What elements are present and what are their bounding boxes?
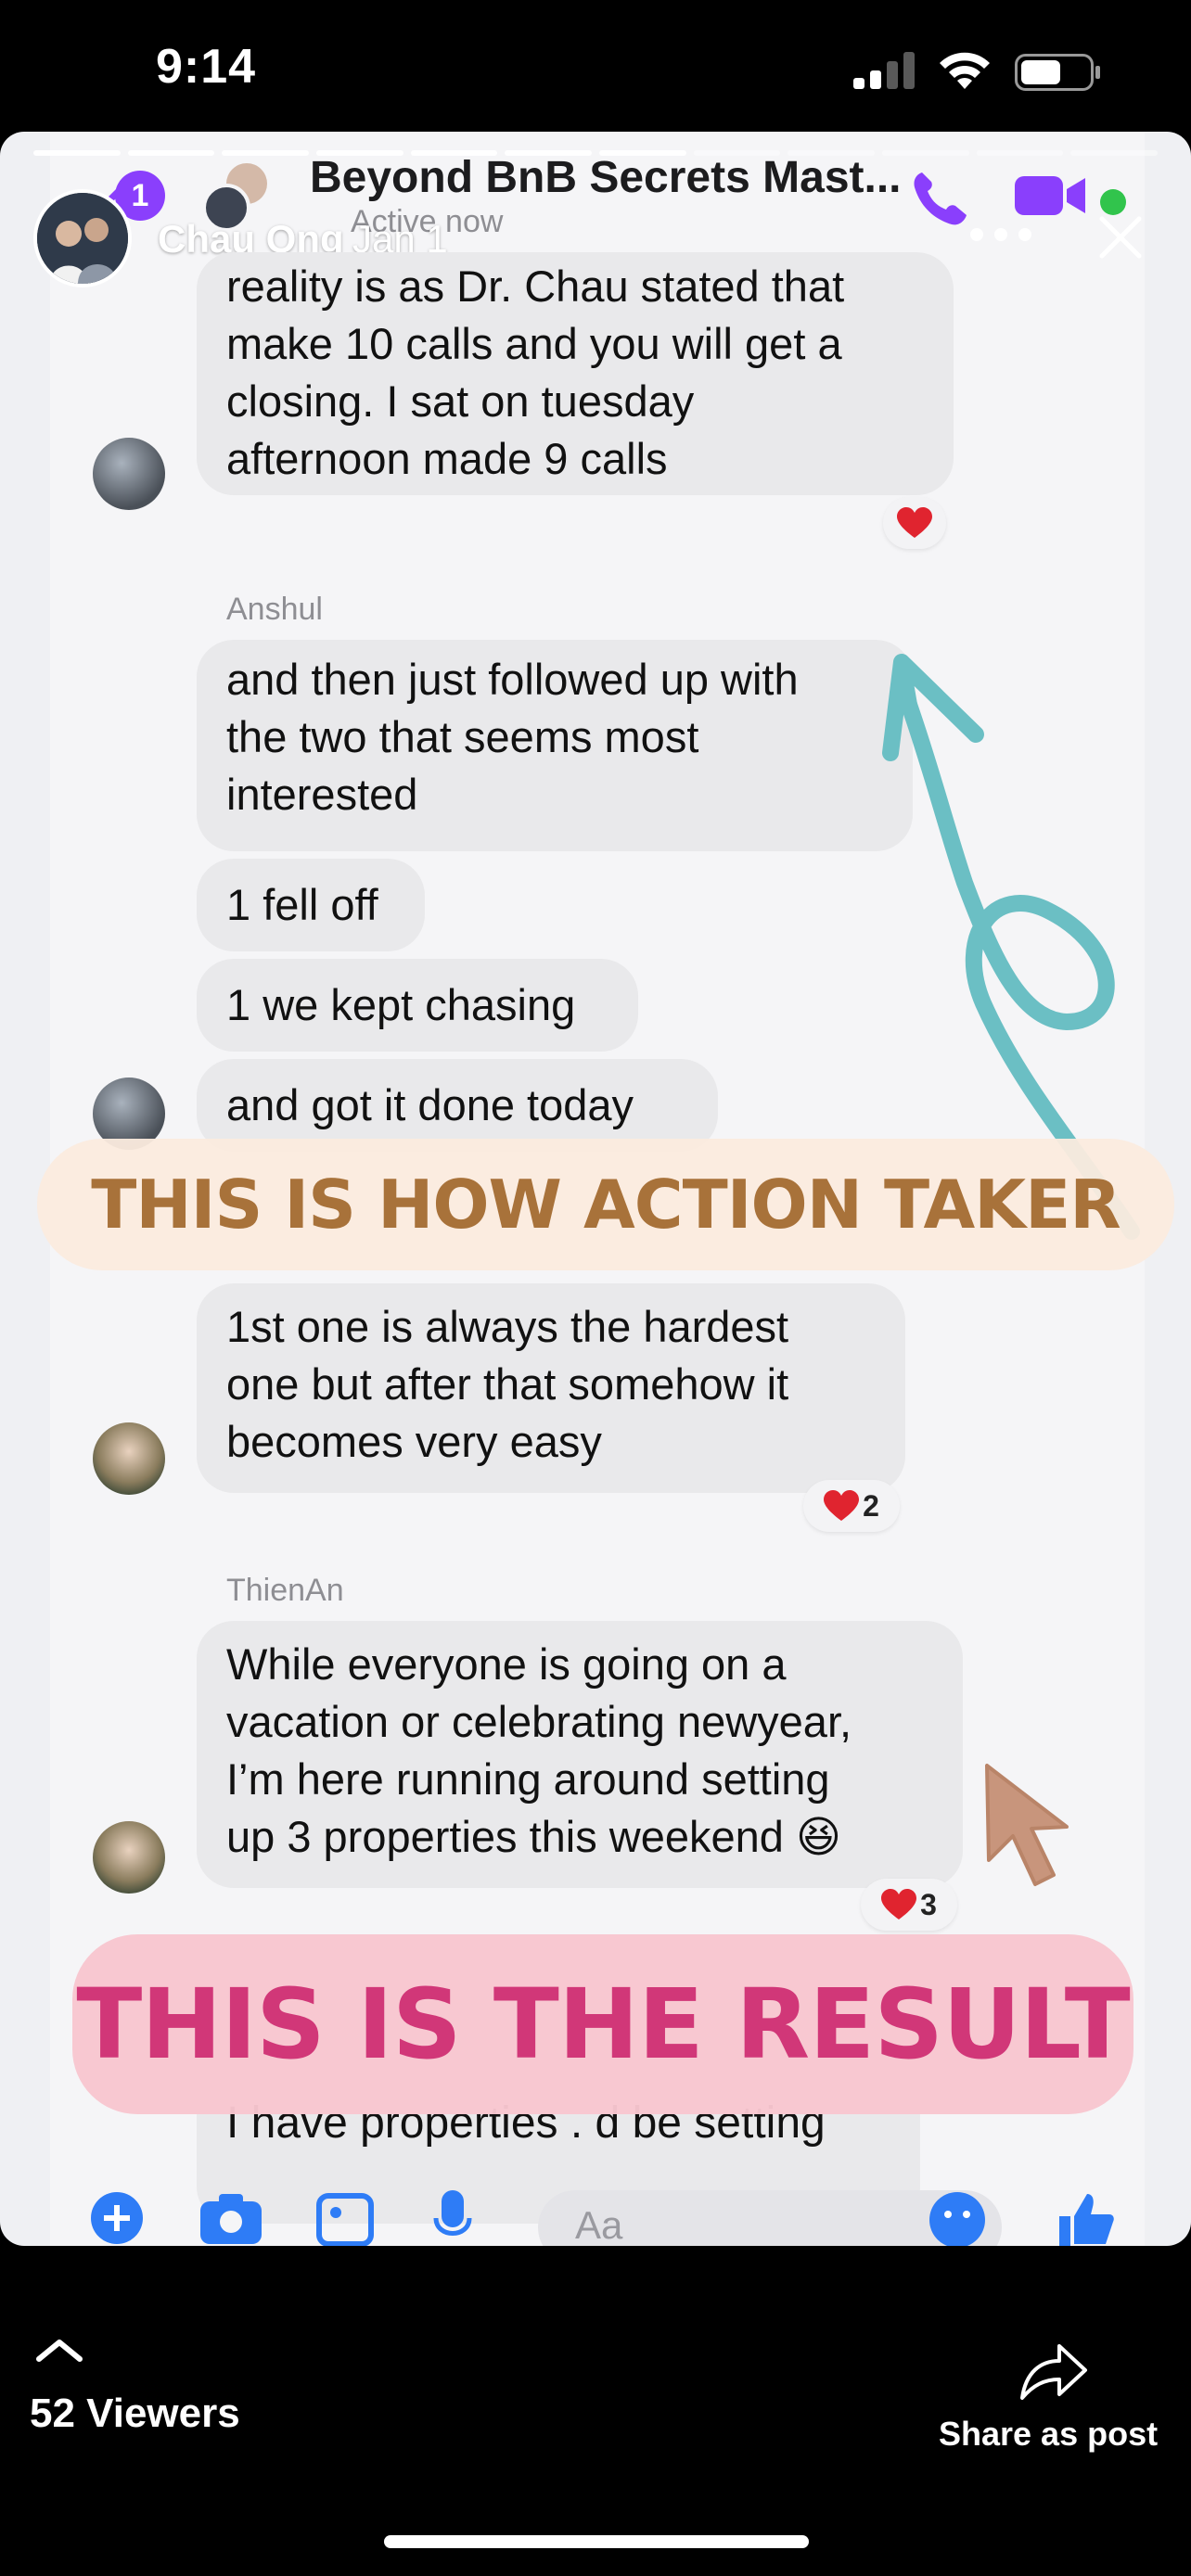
message-bubble: and then just followed up with the two t… bbox=[197, 640, 913, 851]
message-line: afternoon made 9 calls bbox=[226, 434, 668, 483]
message-line: closing. I sat on tuesday bbox=[226, 376, 695, 426]
message-line: 1st one is always the hardest bbox=[226, 1302, 789, 1351]
chat-avatar bbox=[93, 1821, 165, 1894]
progress-segment bbox=[788, 150, 876, 156]
thumbs-up-icon bbox=[1059, 2194, 1114, 2246]
message-bubble: reality is as Dr. Chau stated that make … bbox=[197, 252, 954, 495]
story-owner-avatar[interactable] bbox=[33, 189, 132, 287]
story-bottom-bar: 52 Viewers Share as post bbox=[0, 2246, 1191, 2576]
heart-icon bbox=[824, 1490, 860, 1521]
emoji-icon bbox=[929, 2192, 985, 2246]
message-bubble: 1 fell off bbox=[197, 859, 425, 951]
home-indicator[interactable] bbox=[384, 2535, 809, 2548]
message-line: becomes very easy bbox=[226, 1417, 602, 1466]
progress-segment bbox=[316, 150, 403, 156]
message-line: the two that seems most bbox=[226, 712, 699, 761]
cellular-signal-icon bbox=[853, 52, 918, 89]
chat-avatar bbox=[93, 1422, 165, 1495]
sender-name: Anshul bbox=[226, 592, 323, 627]
message-line: one but after that somehow it bbox=[226, 1359, 789, 1409]
progress-segment bbox=[693, 150, 781, 156]
reaction-count: 2 bbox=[863, 1488, 879, 1523]
message-input-placeholder: Aa bbox=[575, 2203, 623, 2246]
message-line: and got it done today bbox=[226, 1080, 634, 1129]
video-call-icon bbox=[1015, 176, 1085, 215]
progress-segment bbox=[127, 150, 215, 156]
close-icon[interactable] bbox=[1095, 211, 1146, 263]
composer-bar: Aa bbox=[0, 2190, 1191, 2246]
message-bubble: 1 we kept chasing bbox=[197, 959, 638, 1052]
progress-segment bbox=[882, 150, 969, 156]
progress-segment bbox=[1070, 150, 1159, 156]
chat-avatar bbox=[93, 438, 165, 510]
progress-segment bbox=[599, 150, 686, 156]
message-line: While everyone is going on a bbox=[226, 1639, 787, 1689]
share-arrow-icon[interactable] bbox=[1017, 2339, 1091, 2404]
story-card[interactable]: 1 Beyond BnB Secrets Mast... Active now … bbox=[0, 132, 1191, 2246]
conversation-title: Beyond BnB Secrets Mast... bbox=[310, 153, 902, 202]
message-line: reality is as Dr. Chau stated that bbox=[226, 261, 845, 311]
reaction-badge bbox=[883, 497, 946, 549]
viewers-count[interactable]: 52 Viewers bbox=[30, 2391, 240, 2437]
heart-icon bbox=[897, 507, 932, 538]
more-dot-icon bbox=[994, 228, 1007, 241]
message-bubble: 1st one is always the hardest one but af… bbox=[197, 1283, 905, 1493]
chevron-up-icon[interactable] bbox=[33, 2337, 85, 2365]
progress-segment bbox=[33, 150, 121, 156]
reaction-badge: 2 bbox=[803, 1480, 900, 1532]
camera-icon bbox=[200, 2194, 262, 2244]
result-banner: THIS IS THE RESULT bbox=[72, 1934, 1133, 2114]
cursor-annotation-icon bbox=[985, 1764, 1069, 1886]
message-line: I’m here running around setting bbox=[226, 1754, 830, 1804]
reaction-count: 3 bbox=[920, 1887, 937, 1921]
message-bubble: While everyone is going on a vacation or… bbox=[197, 1621, 963, 1888]
message-line: up 3 properties this weekend 😆 bbox=[226, 1812, 841, 1861]
message-line: make 10 calls and you will get a bbox=[226, 319, 842, 368]
plus-icon bbox=[91, 2192, 143, 2244]
progress-segment bbox=[410, 150, 498, 156]
message-line: 1 we kept chasing bbox=[226, 980, 576, 1029]
battery-icon bbox=[1015, 54, 1100, 91]
progress-segment bbox=[505, 150, 593, 156]
microphone-icon bbox=[433, 2190, 472, 2236]
message-line: and then just followed up with bbox=[226, 655, 799, 704]
more-options-button[interactable] bbox=[970, 224, 1035, 243]
more-dot-icon bbox=[970, 228, 983, 241]
message-line: interested bbox=[226, 770, 418, 819]
phone-icon bbox=[914, 172, 967, 225]
message-bubble: and got it done today bbox=[197, 1059, 718, 1152]
sender-name: ThienAn bbox=[226, 1573, 344, 1608]
more-dot-icon bbox=[1018, 228, 1031, 241]
status-time: 9:14 bbox=[156, 40, 257, 94]
reaction-badge: 3 bbox=[861, 1879, 957, 1931]
action-taker-banner: THIS IS HOW ACTION TAKER DO bbox=[37, 1139, 1174, 1375]
wifi-icon bbox=[940, 52, 990, 89]
message-line: 1 fell off bbox=[226, 880, 378, 929]
heart-icon bbox=[881, 1889, 917, 1919]
story-progress-bar bbox=[33, 150, 1159, 156]
progress-segment bbox=[976, 150, 1064, 156]
message-line: vacation or celebrating newyear, bbox=[226, 1697, 852, 1746]
progress-segment bbox=[222, 150, 310, 156]
share-as-post-button[interactable]: Share as post bbox=[939, 2415, 1158, 2454]
status-bar: 9:14 bbox=[0, 0, 1191, 130]
image-icon bbox=[316, 2193, 374, 2246]
